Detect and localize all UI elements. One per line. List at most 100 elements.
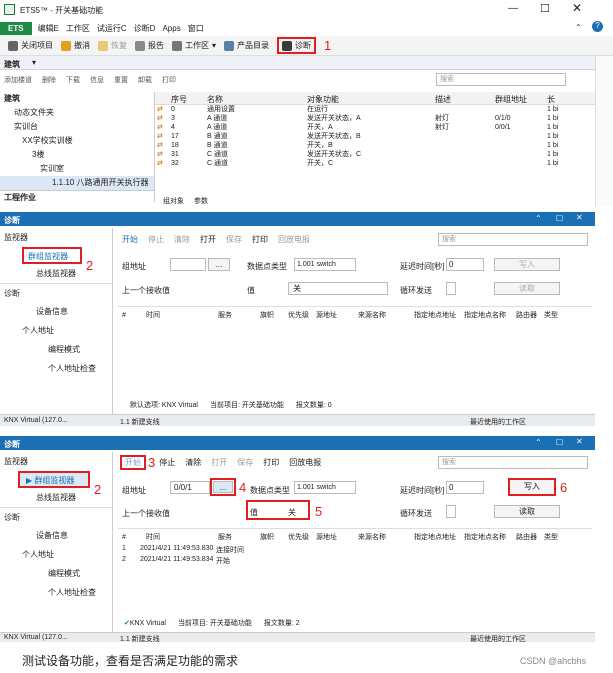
maximize-icon[interactable]: ☐ bbox=[556, 214, 563, 223]
browse-button[interactable]: ... bbox=[208, 258, 230, 271]
save-button[interactable]: 保存 bbox=[226, 234, 242, 245]
menu-ets[interactable]: ETS bbox=[0, 21, 32, 35]
knx-connection[interactable]: KNX Virtual (127.0... bbox=[4, 417, 68, 424]
table-row[interactable]: ⇄ 4 A 通道 开关，A 射灯 0/0/1 1 bi bbox=[155, 123, 595, 132]
tree-item-training-bench[interactable]: 实训台 bbox=[0, 120, 154, 134]
open-button[interactable]: 打开 bbox=[211, 457, 227, 468]
dpt-select[interactable]: 1.001 switch bbox=[294, 481, 356, 494]
sidebar-individual-address[interactable]: 个人地址 bbox=[0, 321, 112, 340]
open-button[interactable]: 打开 bbox=[200, 234, 216, 245]
sidebar-individual-address[interactable]: 个人地址 bbox=[0, 545, 112, 564]
monitor2-search-input[interactable]: 搜索 bbox=[438, 456, 588, 469]
cyclic-send-checkbox[interactable] bbox=[446, 505, 456, 518]
delete-button[interactable]: 删除 bbox=[42, 75, 56, 85]
sidebar-address-check[interactable]: 个人地址检查 bbox=[0, 583, 112, 602]
menu-workspace[interactable]: 工作区 bbox=[66, 23, 90, 34]
report-button[interactable]: 报告 bbox=[135, 40, 164, 51]
value-select[interactable]: 关 bbox=[288, 282, 388, 295]
group-address-input[interactable]: 0/0/1 bbox=[170, 481, 210, 494]
table-row[interactable]: ⇄ 3 A 通道 发送开关状态，A 射灯 0/1/0 1 bi bbox=[155, 114, 595, 123]
sidebar-diagnostics[interactable]: 诊断 bbox=[0, 283, 112, 302]
clear-button[interactable]: 清除 bbox=[174, 234, 190, 245]
table-row[interactable]: ⇄ 0 通用设置 在运行 1 bi bbox=[155, 105, 595, 114]
start-button[interactable]: 开始 bbox=[120, 455, 146, 470]
browse-button[interactable]: ... bbox=[213, 481, 233, 493]
print-button[interactable]: 打印 bbox=[252, 234, 268, 245]
close-project-button[interactable]: 关闭项目 bbox=[8, 40, 53, 51]
dpt-select[interactable]: 1.001 switch bbox=[294, 258, 356, 271]
value-select[interactable]: 关 bbox=[288, 507, 296, 518]
tree-item-training-room[interactable]: 实训室 bbox=[0, 162, 154, 176]
write-button[interactable]: 写入 bbox=[508, 478, 556, 496]
read-button[interactable]: 读取 bbox=[494, 282, 560, 295]
menu-window[interactable]: 窗口 bbox=[188, 23, 204, 34]
workspace-button[interactable]: 工作区 ▾ bbox=[172, 40, 216, 51]
collapse-icon[interactable]: ⌃ bbox=[535, 438, 542, 447]
sidebar-group-monitor[interactable]: 群组监视器 bbox=[22, 247, 82, 264]
sidebar-monitor[interactable]: 监视器 bbox=[0, 452, 112, 471]
knx-virtual-select[interactable]: KNX Virtual bbox=[130, 620, 166, 627]
tree-item-floor-3[interactable]: 3楼 bbox=[0, 148, 154, 162]
undo-button[interactable]: 撤消 bbox=[61, 40, 90, 51]
building-search-input[interactable]: 搜索 bbox=[436, 73, 566, 86]
telegram-row[interactable]: 2 2021/4/21 11:49:53.834 开始 bbox=[118, 556, 592, 567]
print-button[interactable]: 打印 bbox=[162, 75, 176, 85]
tab-group-objects[interactable]: 组对象 bbox=[163, 196, 184, 206]
knx-virtual-select[interactable]: KNX Virtual bbox=[162, 402, 198, 409]
sidebar-monitor[interactable]: 监视器 bbox=[0, 228, 112, 247]
close-icon[interactable]: ✕ bbox=[576, 437, 583, 446]
sidebar-group-monitor-selected[interactable]: ▶ 群组监视器 bbox=[18, 471, 90, 488]
menu-apps[interactable]: Apps bbox=[162, 24, 180, 33]
replay-button[interactable]: 回放电报 bbox=[278, 234, 310, 245]
tree-item-building[interactable]: 建筑 bbox=[0, 92, 154, 106]
delay-input[interactable]: 0 bbox=[446, 481, 484, 494]
table-row[interactable]: ⇄ 17 B 通道 发送开关状态，B 1 bi bbox=[155, 132, 595, 141]
reset-button[interactable]: 重置 bbox=[114, 75, 128, 85]
stop-button[interactable]: 停止 bbox=[148, 234, 164, 245]
redo-button[interactable]: 恢复 bbox=[98, 40, 127, 51]
sidebar-programming-mode[interactable]: 编程模式 bbox=[0, 340, 112, 359]
chevron-down-icon[interactable]: ▾ bbox=[32, 58, 36, 67]
read-button[interactable]: 读取 bbox=[494, 505, 560, 518]
close-icon[interactable]: ✕ bbox=[572, 1, 582, 15]
clear-button[interactable]: 清除 bbox=[185, 457, 201, 468]
group-address-input[interactable] bbox=[170, 258, 206, 271]
close-icon[interactable]: ✕ bbox=[576, 213, 583, 222]
catalog-button[interactable]: 产品目录 bbox=[224, 40, 269, 51]
tab-parameters[interactable]: 参数 bbox=[194, 196, 208, 206]
tree-item-actuator[interactable]: 1.1.10 八路通用开关执行器 bbox=[0, 176, 154, 190]
monitor-search-input[interactable]: 搜索 bbox=[438, 233, 588, 246]
help-icon[interactable]: ? bbox=[592, 21, 603, 32]
menu-commissioning[interactable]: 试运行C bbox=[97, 23, 127, 34]
tree-item-dynamic-folder[interactable]: 动态文件夹 bbox=[0, 106, 154, 120]
stop-button[interactable]: 停止 bbox=[159, 457, 175, 468]
print-button[interactable]: 打印 bbox=[263, 457, 279, 468]
delay-input[interactable]: 0 bbox=[446, 258, 484, 271]
current-project-value[interactable]: 开关基础功能 bbox=[242, 400, 284, 410]
menu-diagnostics[interactable]: 诊断D bbox=[134, 23, 156, 34]
unload-button[interactable]: 卸载 bbox=[138, 75, 152, 85]
sidebar-bus-monitor[interactable]: 总线监视器 bbox=[0, 264, 112, 283]
download-button[interactable]: 下载 bbox=[66, 75, 80, 85]
cyclic-send-checkbox[interactable] bbox=[446, 282, 456, 295]
minimize-icon[interactable]: — bbox=[508, 3, 518, 14]
collapse-icon[interactable]: ⌃ bbox=[535, 214, 542, 223]
collapse-ribbon-icon[interactable]: ⌃ bbox=[575, 23, 582, 32]
menu-edit[interactable]: 编辑E bbox=[38, 23, 59, 34]
telegram-row[interactable]: 1 2021/4/21 11:49:53.830 连接时间 bbox=[118, 545, 592, 556]
save-button[interactable]: 保存 bbox=[237, 457, 253, 468]
diagnostics-button[interactable]: 诊断 bbox=[277, 37, 317, 54]
current-project-value[interactable]: 开关基础功能 bbox=[210, 618, 252, 628]
sidebar-device-info[interactable]: 设备信息 bbox=[0, 526, 112, 545]
tree-item-school-building[interactable]: XX学校实训楼 bbox=[0, 134, 154, 148]
add-floor-button[interactable]: 添加楼道 bbox=[4, 75, 32, 85]
replay-button[interactable]: 回放电报 bbox=[289, 457, 321, 468]
tree-item-project-jobs[interactable]: 工程作业 bbox=[0, 190, 154, 204]
info-button[interactable]: 信息 bbox=[90, 75, 104, 85]
maximize-icon[interactable]: ☐ bbox=[556, 438, 563, 447]
maximize-icon[interactable]: ☐ bbox=[540, 2, 550, 15]
start-button[interactable]: 开始 bbox=[122, 234, 138, 245]
table-row[interactable]: ⇄ 31 C 通道 发送开关状态，C 1 bi bbox=[155, 150, 595, 159]
sidebar-programming-mode[interactable]: 编程模式 bbox=[0, 564, 112, 583]
sidebar-device-info[interactable]: 设备信息 bbox=[0, 302, 112, 321]
